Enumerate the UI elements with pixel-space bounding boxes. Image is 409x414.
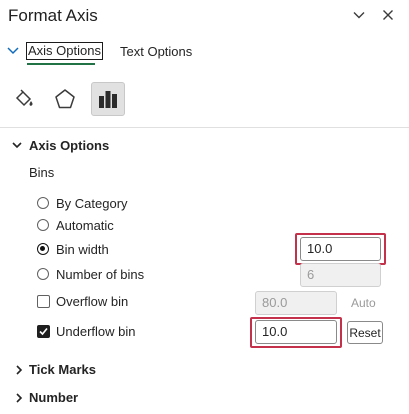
bin-width-radio[interactable] [37, 243, 49, 255]
automatic-label[interactable]: Automatic [56, 218, 114, 233]
tab-text-options[interactable]: Text Options [120, 44, 192, 59]
tick-marks-section-title[interactable]: Tick Marks [29, 362, 96, 377]
reset-button[interactable]: Reset [347, 321, 383, 344]
effects-button[interactable] [48, 82, 82, 116]
overflow-bin-label[interactable]: Overflow bin [56, 294, 128, 309]
close-icon[interactable] [378, 5, 398, 25]
tick-marks-expand-chevron-icon[interactable] [13, 364, 25, 376]
section-expand-chevron-icon[interactable] [11, 139, 23, 151]
underflow-bin-checkbox[interactable] [37, 325, 50, 338]
options-dropdown-chevron-icon[interactable] [6, 43, 22, 59]
axis-options-section-title[interactable]: Axis Options [29, 138, 109, 153]
effects-pentagon-icon [55, 89, 75, 109]
toolbar-separator [0, 127, 409, 128]
number-of-bins-input[interactable]: 6 [300, 263, 381, 287]
underflow-bin-input[interactable]: 10.0 [255, 320, 337, 344]
overflow-bin-checkbox[interactable] [37, 295, 50, 308]
checkmark-icon [39, 327, 48, 336]
axis-options-button[interactable] [91, 82, 125, 116]
underflow-bin-label[interactable]: Underflow bin [56, 324, 136, 339]
tab-axis-options[interactable]: Axis Options [26, 42, 103, 60]
by-category-label[interactable]: By Category [56, 196, 128, 211]
number-expand-chevron-icon[interactable] [13, 392, 25, 404]
chevron-down-icon[interactable] [349, 5, 369, 25]
fill-line-button[interactable] [7, 82, 41, 116]
number-of-bins-label[interactable]: Number of bins [56, 267, 144, 282]
bins-label: Bins [29, 165, 55, 180]
active-tab-underline [27, 63, 95, 65]
overflow-bin-auto-label: Auto [351, 296, 376, 310]
overflow-bin-input[interactable]: 80.0 [255, 291, 337, 315]
axis-options-bars-icon [99, 91, 117, 108]
bin-width-label[interactable]: Bin width [56, 242, 109, 257]
automatic-radio[interactable] [37, 219, 49, 231]
pane-title: Format Axis [8, 6, 98, 25]
by-category-radio[interactable] [37, 197, 49, 209]
fill-line-icon [15, 89, 33, 107]
number-section-title[interactable]: Number [29, 390, 78, 405]
bin-width-input[interactable]: 10.0 [300, 237, 381, 261]
number-of-bins-radio[interactable] [37, 268, 49, 280]
